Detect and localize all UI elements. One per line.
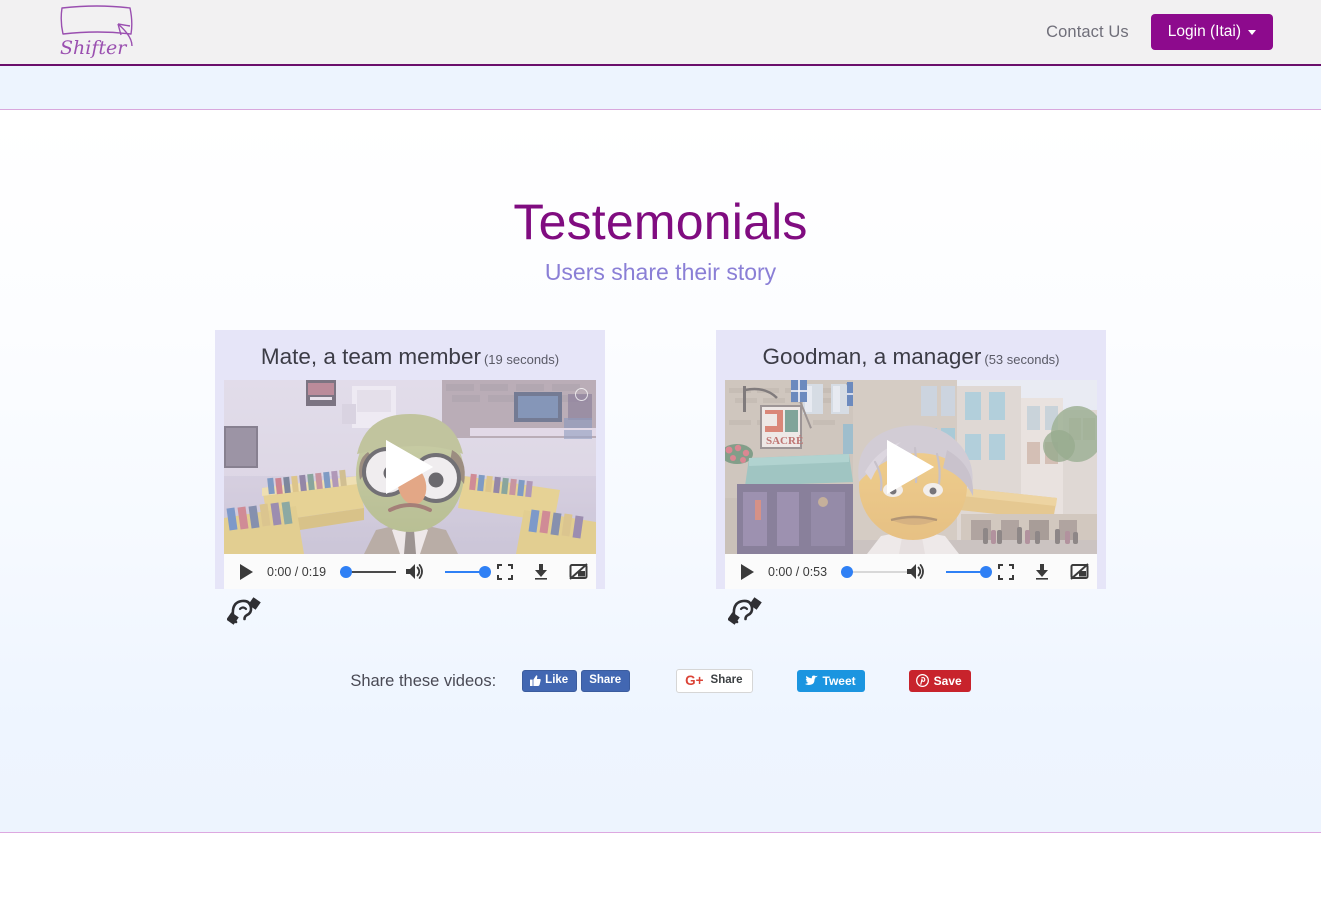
volume-knob[interactable] xyxy=(980,566,992,578)
video-duration-label: (19 seconds) xyxy=(484,352,559,367)
video-title-text: Mate, a team member xyxy=(261,344,481,369)
page-footer xyxy=(0,834,1321,911)
whiteboard-sketch-icon: Shifter xyxy=(52,2,148,62)
header-nav: Contact Us Login (Itai) xyxy=(1038,0,1273,64)
record-dot-icon xyxy=(575,388,588,401)
assistive-listening-ear-icon[interactable] xyxy=(728,597,762,627)
fullscreen-icon[interactable] xyxy=(998,564,1014,580)
secondary-nav-band xyxy=(0,66,1321,110)
progress-knob[interactable] xyxy=(340,566,352,578)
google-plus-label: Share xyxy=(711,675,743,687)
google-plus-icon: G+ xyxy=(685,674,703,688)
play-icon[interactable] xyxy=(240,564,253,580)
twitter-tweet-label: Tweet xyxy=(823,675,856,687)
facebook-like-label: Like xyxy=(545,675,568,687)
download-icon[interactable] xyxy=(533,563,549,580)
site-logo[interactable]: Shifter xyxy=(52,2,148,62)
video-player[interactable]: SACRÉ xyxy=(725,380,1097,589)
testimonial-cards: Mate, a team member(19 seconds) xyxy=(0,330,1321,627)
video-title-text: Goodman, a manager xyxy=(762,344,981,369)
main-content: Testemonials Users share their story Mat… xyxy=(0,111,1321,833)
video-controls-bar: 0:00 / 0:53 xyxy=(725,554,1097,589)
facebook-share-label: Share xyxy=(589,675,621,687)
facebook-share-group: Like Share xyxy=(522,670,630,692)
page-title: Testemonials xyxy=(0,193,1321,251)
video-thumbnail[interactable] xyxy=(224,380,596,554)
testimonial-column-2: Goodman, a manager(53 seconds) xyxy=(716,330,1106,627)
video-thumbnail[interactable]: SACRÉ xyxy=(725,380,1097,554)
facebook-like-button[interactable]: Like xyxy=(522,670,577,692)
testimonial-column-1: Mate, a team member(19 seconds) xyxy=(215,330,605,627)
progress-slider[interactable] xyxy=(340,565,384,579)
fullscreen-icon[interactable] xyxy=(497,564,513,580)
login-button[interactable]: Login (Itai) xyxy=(1151,14,1273,51)
svg-text:Shifter: Shifter xyxy=(60,37,128,59)
volume-slider[interactable] xyxy=(946,565,978,579)
top-header-bar: Shifter Contact Us Login (Itai) xyxy=(0,0,1321,66)
play-icon[interactable] xyxy=(741,564,754,580)
volume-high-icon[interactable] xyxy=(906,563,925,580)
video-duration-label: (53 seconds) xyxy=(984,352,1059,367)
pinterest-p-icon xyxy=(916,674,929,687)
google-plus-share-button[interactable]: G+ Share xyxy=(676,669,752,693)
login-button-label: Login (Itai) xyxy=(1168,24,1241,40)
volume-high-icon[interactable] xyxy=(405,563,424,580)
pinterest-save-button[interactable]: Save xyxy=(909,670,971,692)
progress-knob[interactable] xyxy=(841,566,853,578)
volume-knob[interactable] xyxy=(479,566,491,578)
video-card: Goodman, a manager(53 seconds) xyxy=(716,330,1106,589)
time-display: 0:00 / 0:53 xyxy=(768,565,827,579)
assistive-listening-ear-icon[interactable] xyxy=(227,597,261,627)
progress-slider[interactable] xyxy=(841,565,885,579)
pinterest-save-label: Save xyxy=(934,675,962,687)
picture-in-picture-off-icon[interactable] xyxy=(569,563,588,580)
video-player[interactable]: 0:00 / 0:19 xyxy=(224,380,596,589)
twitter-tweet-button[interactable]: Tweet xyxy=(797,670,865,692)
video-card-title: Goodman, a manager(53 seconds) xyxy=(716,330,1106,380)
play-triangle-icon[interactable] xyxy=(390,444,430,490)
chevron-down-icon xyxy=(1248,30,1256,35)
download-icon[interactable] xyxy=(1034,563,1050,580)
share-label: Share these videos: xyxy=(350,672,496,691)
play-triangle-icon[interactable] xyxy=(891,444,931,490)
contact-us-link[interactable]: Contact Us xyxy=(1038,19,1137,46)
share-row: Share these videos: Like Share G+ Share … xyxy=(0,669,1321,693)
video-controls-bar: 0:00 / 0:19 xyxy=(224,554,596,589)
video-card: Mate, a team member(19 seconds) xyxy=(215,330,605,589)
thumbs-up-icon xyxy=(530,675,541,686)
video-card-title: Mate, a team member(19 seconds) xyxy=(215,330,605,380)
picture-in-picture-off-icon[interactable] xyxy=(1070,563,1089,580)
twitter-bird-icon xyxy=(804,675,818,687)
facebook-share-button[interactable]: Share xyxy=(581,670,630,692)
time-display: 0:00 / 0:19 xyxy=(267,565,326,579)
page-subtitle: Users share their story xyxy=(0,259,1321,286)
volume-slider[interactable] xyxy=(445,565,477,579)
